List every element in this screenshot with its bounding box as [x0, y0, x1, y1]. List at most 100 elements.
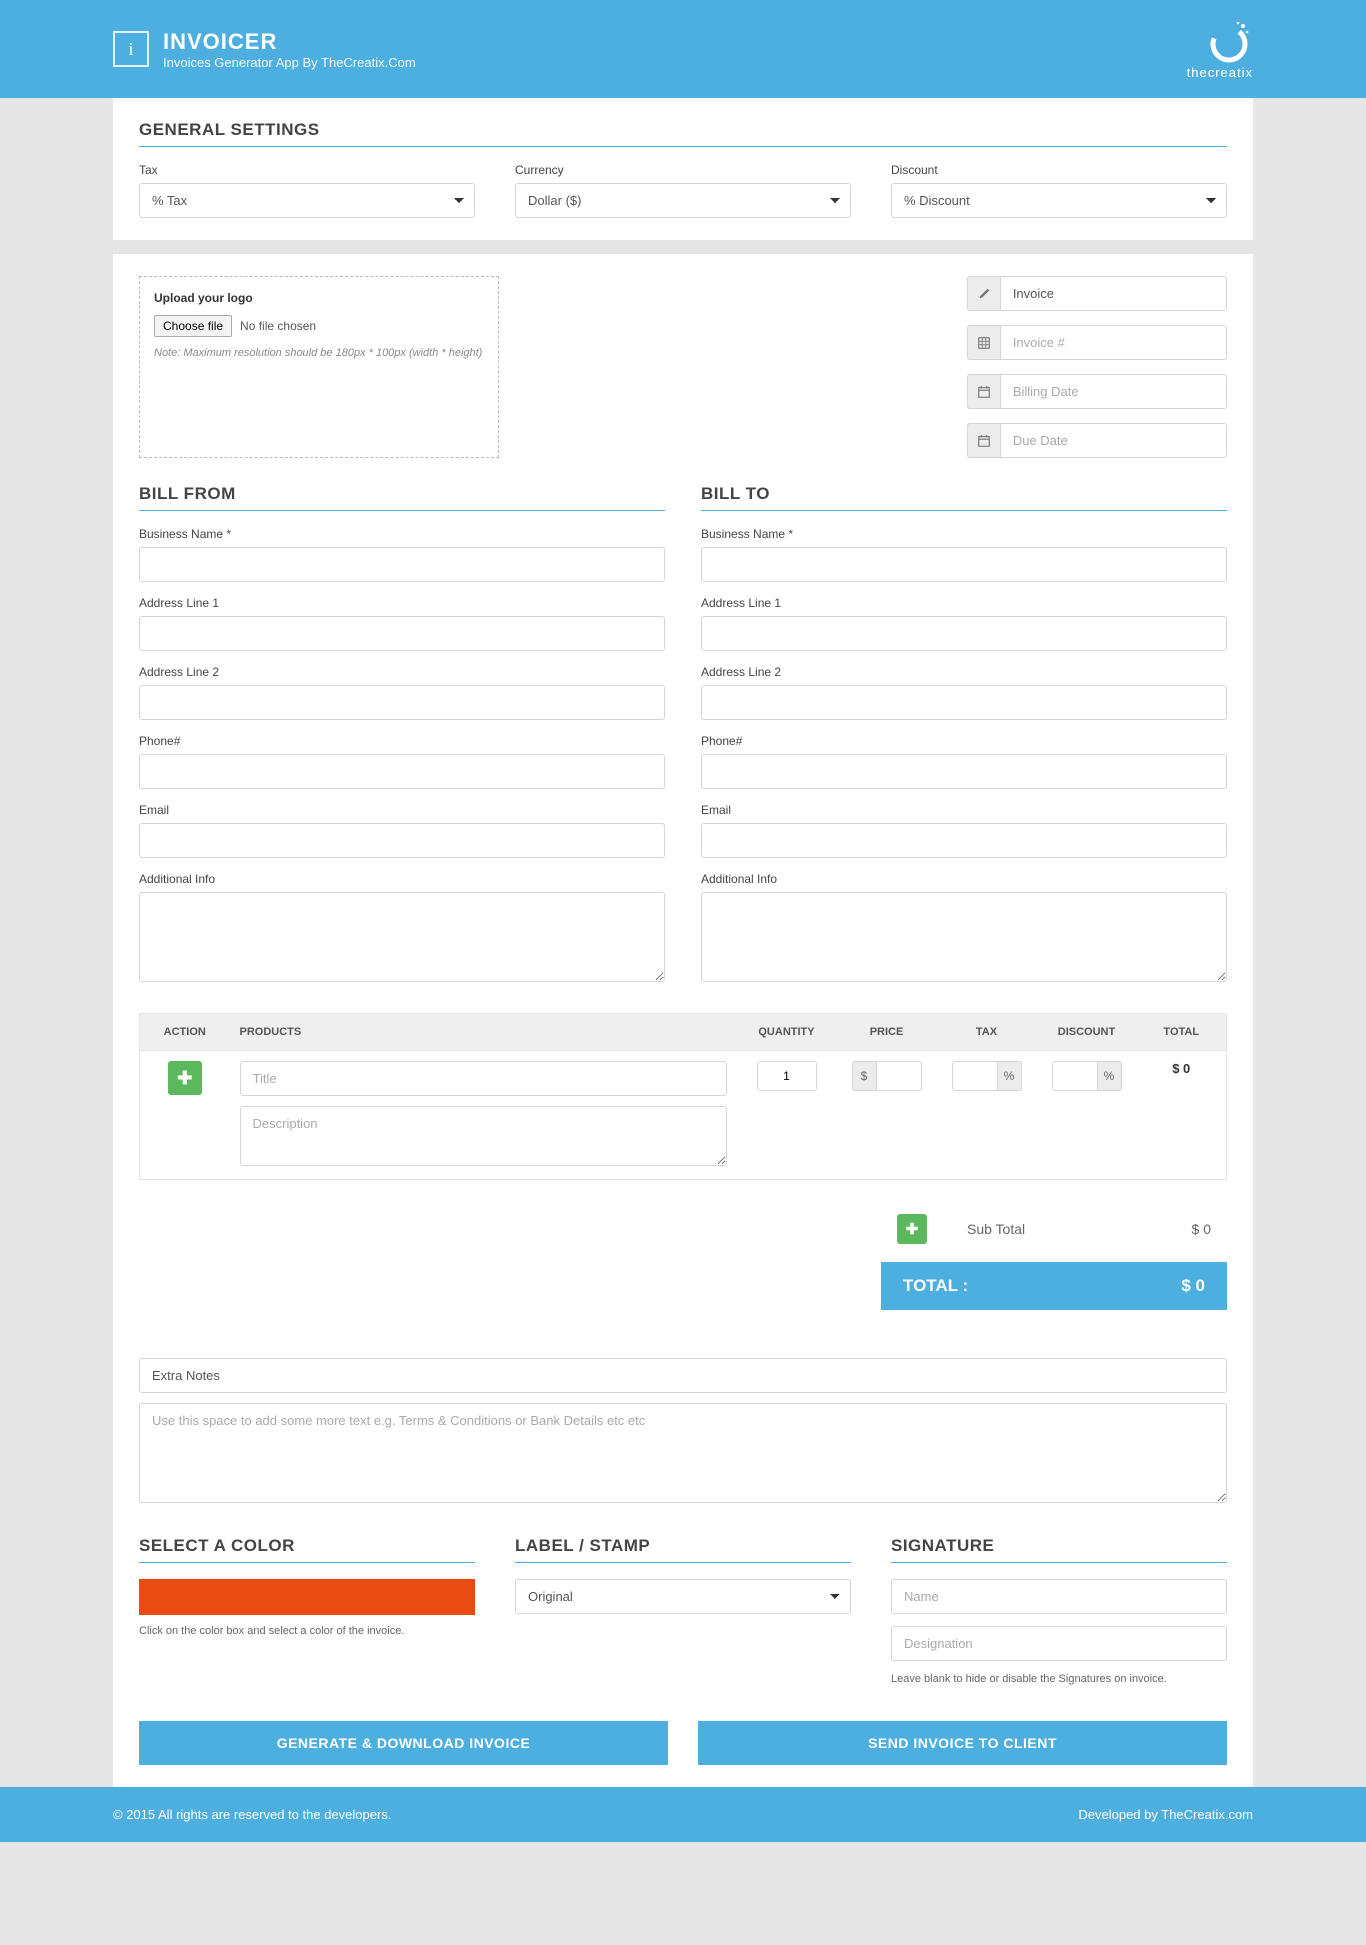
bill-from-section: BILL FROM Business Name * Address Line 1…: [139, 484, 665, 999]
item-qty-input[interactable]: [757, 1061, 817, 1091]
invoice-number-input[interactable]: [1000, 325, 1227, 360]
brand-logo-right: thecreatix: [1187, 18, 1253, 80]
items-table: ACTION PRODUCTS QUANTITY PRICE TAX DISCO…: [139, 1013, 1227, 1180]
notes-body-textarea[interactable]: [139, 1403, 1227, 1503]
subtotal-value: $ 0: [1131, 1221, 1211, 1237]
stamp-section: LABEL / STAMP Original: [515, 1536, 851, 1685]
bt-phone-label: Phone#: [701, 734, 1227, 748]
item-price-input[interactable]: [876, 1061, 922, 1091]
th-tax: TAX: [937, 1014, 1037, 1051]
logo-upload-box: Upload your logo Choose file No file cho…: [139, 276, 499, 458]
signature-designation-input[interactable]: [891, 1626, 1227, 1661]
bf-email-input[interactable]: [139, 823, 665, 858]
bf-addr2-input[interactable]: [139, 685, 665, 720]
bf-phone-label: Phone#: [139, 734, 665, 748]
due-date-input[interactable]: [1000, 423, 1227, 458]
bt-addr2-input[interactable]: [701, 685, 1227, 720]
brand: i INVOICER Invoices Generator App By The…: [113, 29, 416, 70]
stamp-select[interactable]: Original: [515, 1579, 851, 1614]
bt-email-input[interactable]: [701, 823, 1227, 858]
bf-phone-input[interactable]: [139, 754, 665, 789]
signature-help: Leave blank to hide or disable the Signa…: [891, 1673, 1227, 1685]
bf-addr1-input[interactable]: [139, 616, 665, 651]
footer-credit: Developed by TheCreatix.com: [1078, 1807, 1253, 1822]
total-value: $ 0: [1181, 1276, 1205, 1296]
bt-addr2-label: Address Line 2: [701, 665, 1227, 679]
bt-addr1-label: Address Line 1: [701, 596, 1227, 610]
color-section: SELECT A COLOR Click on the color box an…: [139, 1536, 475, 1685]
bf-business-label: Business Name *: [139, 527, 665, 541]
calendar-icon: [967, 423, 1000, 458]
bill-to-section: BILL TO Business Name * Address Line 1 A…: [701, 484, 1227, 999]
stamp-title: LABEL / STAMP: [515, 1536, 851, 1563]
notes-block: [139, 1358, 1227, 1506]
brand-subtitle: Invoices Generator App By TheCreatix.Com: [163, 55, 416, 70]
bf-info-label: Additional Info: [139, 872, 665, 886]
item-desc-textarea[interactable]: [240, 1106, 727, 1166]
notes-title-input[interactable]: [139, 1358, 1227, 1393]
item-discount-input[interactable]: [1052, 1061, 1098, 1091]
discount-select[interactable]: % Discount: [891, 183, 1227, 218]
bt-email-label: Email: [701, 803, 1227, 817]
currency-unit: $: [852, 1061, 876, 1091]
bf-addr2-label: Address Line 2: [139, 665, 665, 679]
item-tax-input[interactable]: [952, 1061, 998, 1091]
footer-copyright: © 2015 All rights are reserved to the de…: [113, 1807, 391, 1822]
plus-icon: ✚: [906, 1220, 919, 1238]
upload-title: Upload your logo: [154, 291, 484, 305]
th-total: TOTAL: [1137, 1014, 1227, 1051]
percent-unit: %: [1098, 1061, 1122, 1091]
thecreatix-logo-icon: [1205, 18, 1253, 66]
tax-label: Tax: [139, 163, 475, 177]
add-row-button[interactable]: ✚: [168, 1061, 202, 1095]
color-picker[interactable]: [139, 1579, 475, 1615]
discount-label: Discount: [891, 163, 1227, 177]
bill-to-title: BILL TO: [701, 484, 1227, 511]
invoice-title-input[interactable]: [1000, 276, 1227, 311]
hash-icon: [967, 325, 1000, 360]
bt-business-label: Business Name *: [701, 527, 1227, 541]
currency-select[interactable]: Dollar ($): [515, 183, 851, 218]
table-row: ✚ $ %: [140, 1051, 1227, 1180]
bf-info-textarea[interactable]: [139, 892, 665, 982]
currency-label: Currency: [515, 163, 851, 177]
color-title: SELECT A COLOR: [139, 1536, 475, 1563]
bt-addr1-input[interactable]: [701, 616, 1227, 651]
bt-info-textarea[interactable]: [701, 892, 1227, 982]
pencil-icon: [967, 276, 1000, 311]
bf-business-input[interactable]: [139, 547, 665, 582]
invoice-panel: Upload your logo Choose file No file cho…: [113, 254, 1253, 1787]
general-settings-title: GENERAL SETTINGS: [139, 120, 1227, 147]
footer: © 2015 All rights are reserved to the de…: [0, 1787, 1366, 1842]
brand-title: INVOICER: [163, 29, 416, 55]
bill-from-title: BILL FROM: [139, 484, 665, 511]
brand-icon: i: [113, 31, 149, 67]
subtotal-row: ✚ Sub Total $ 0: [881, 1204, 1227, 1254]
color-help: Click on the color box and select a colo…: [139, 1625, 475, 1637]
bf-addr1-label: Address Line 1: [139, 596, 665, 610]
bt-business-input[interactable]: [701, 547, 1227, 582]
generate-button[interactable]: GENERATE & DOWNLOAD INVOICE: [139, 1721, 668, 1765]
send-button[interactable]: SEND INVOICE TO CLIENT: [698, 1721, 1227, 1765]
upload-note: Note: Maximum resolution should be 180px…: [154, 347, 484, 359]
th-discount: DISCOUNT: [1037, 1014, 1137, 1051]
signature-section: SIGNATURE Leave blank to hide or disable…: [891, 1536, 1227, 1685]
bf-email-label: Email: [139, 803, 665, 817]
percent-unit: %: [998, 1061, 1022, 1091]
th-price: PRICE: [837, 1014, 937, 1051]
choose-file-button[interactable]: Choose file: [154, 315, 232, 337]
app-header: i INVOICER Invoices Generator App By The…: [0, 0, 1366, 98]
signature-name-input[interactable]: [891, 1579, 1227, 1614]
calendar-icon: [967, 374, 1000, 409]
general-settings-panel: GENERAL SETTINGS Tax % Tax Currency Doll…: [113, 98, 1253, 240]
add-subtotal-button[interactable]: ✚: [897, 1214, 927, 1244]
item-total: $ 0: [1172, 1061, 1190, 1076]
total-label: TOTAL :: [903, 1276, 968, 1296]
bt-phone-input[interactable]: [701, 754, 1227, 789]
th-products: PRODUCTS: [230, 1014, 737, 1051]
tax-select[interactable]: % Tax: [139, 183, 475, 218]
item-title-input[interactable]: [240, 1061, 727, 1096]
billing-date-input[interactable]: [1000, 374, 1227, 409]
subtotal-label: Sub Total: [947, 1221, 1131, 1237]
bt-info-label: Additional Info: [701, 872, 1227, 886]
